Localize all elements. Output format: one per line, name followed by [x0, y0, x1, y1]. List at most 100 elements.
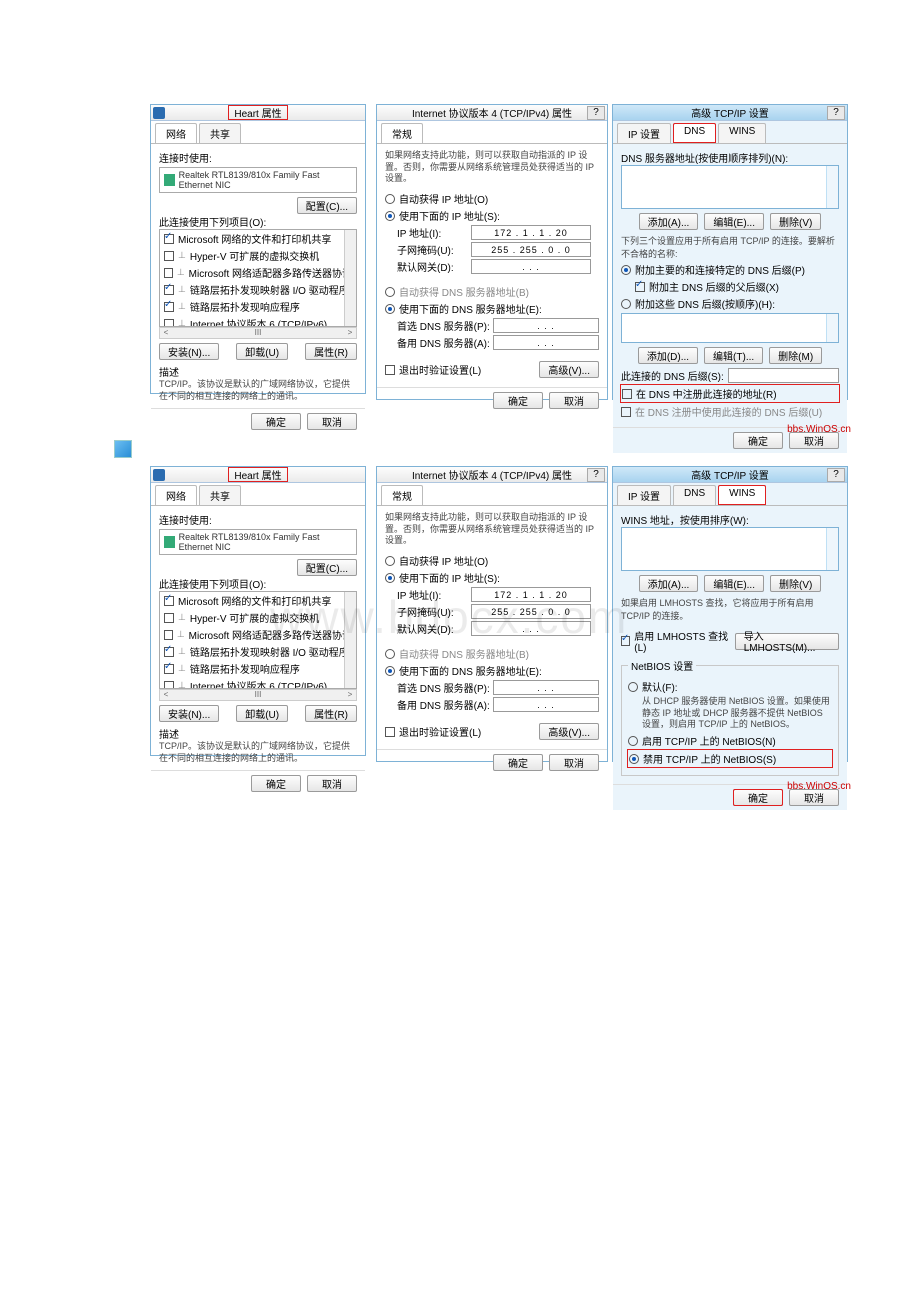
tab-dns[interactable]: DNS — [673, 123, 716, 143]
ok-button[interactable]: 确定 — [733, 432, 783, 449]
tab-network[interactable]: 网络 — [155, 485, 197, 505]
dns2-input[interactable]: . . . — [493, 335, 599, 350]
mask-input[interactable]: 255 . 255 . 0 . 0 — [471, 604, 591, 619]
help-button[interactable]: ? — [827, 468, 845, 482]
configure-button[interactable]: 配置(C)... — [297, 197, 357, 214]
uninstall-button[interactable]: 卸载(U) — [236, 343, 288, 360]
import-lmhosts-button[interactable]: 导入 LMHOSTS(M)... — [735, 633, 839, 650]
advanced-tcpip-dns-window: 高级 TCP/IP 设置 ? IP 设置 DNS WINS DNS 服务器地址(… — [612, 104, 848, 400]
radio-primary-suffix[interactable] — [621, 265, 631, 275]
dns-servers-label: DNS 服务器地址(按使用顺序排列)(N): — [621, 150, 839, 165]
checkbox[interactable] — [164, 268, 173, 278]
checkbox[interactable] — [164, 285, 174, 295]
checkbox[interactable] — [164, 251, 174, 261]
install-button[interactable]: 安装(N)... — [159, 343, 219, 360]
tab-wins[interactable]: WINS — [718, 123, 766, 143]
radio-disable-netbios[interactable] — [629, 754, 639, 764]
gw-input[interactable]: . . . — [471, 621, 591, 636]
ok-button[interactable]: 确定 — [251, 413, 301, 430]
scrollbar[interactable] — [826, 528, 838, 570]
configure-button[interactable]: 配置(C)... — [297, 559, 357, 576]
tab-ip-settings[interactable]: IP 设置 — [617, 485, 671, 505]
scrollbar[interactable] — [826, 166, 838, 208]
suffix-list[interactable] — [621, 313, 839, 343]
items-listbox[interactable]: Microsoft 网络的文件和打印机共享 ⊥Hyper-V 可扩展的虚拟交换机… — [159, 591, 357, 689]
scrollbar[interactable] — [826, 314, 838, 342]
checkbox[interactable] — [164, 596, 174, 606]
dns1-input[interactable]: . . . — [493, 680, 599, 695]
ok-button[interactable]: 确定 — [493, 754, 543, 771]
dns1-input[interactable]: . . . — [493, 318, 599, 333]
tab-share[interactable]: 共享 — [199, 123, 241, 143]
uninstall-button[interactable]: 卸载(U) — [236, 705, 288, 722]
ip-input[interactable]: 172 . 1 . 1 . 20 — [471, 225, 591, 240]
add-button[interactable]: 添加(A)... — [639, 575, 699, 592]
items-listbox[interactable]: Microsoft 网络的文件和打印机共享 ⊥Hyper-V 可扩展的虚拟交换机… — [159, 229, 357, 327]
properties-button[interactable]: 属性(R) — [305, 343, 357, 360]
edit-button[interactable]: 编辑(E)... — [704, 575, 764, 592]
dns-server-list[interactable] — [621, 165, 839, 209]
help-button[interactable]: ? — [587, 468, 605, 482]
checkbox[interactable] — [164, 302, 174, 312]
checkbox[interactable] — [164, 647, 174, 657]
checkbox[interactable] — [164, 664, 174, 674]
ip-input[interactable]: 172 . 1 . 1 . 20 — [471, 587, 591, 602]
radio-use-dns[interactable] — [385, 666, 395, 676]
edit-button-2[interactable]: 编辑(T)... — [704, 347, 763, 364]
checkbox[interactable] — [164, 681, 174, 690]
help-button[interactable]: ? — [827, 106, 845, 120]
cancel-button[interactable]: 取消 — [549, 392, 599, 409]
remove-button[interactable]: 删除(V) — [770, 575, 821, 592]
radio-auto-ip[interactable] — [385, 556, 395, 566]
checkbox[interactable] — [164, 234, 174, 244]
install-button[interactable]: 安装(N)... — [159, 705, 219, 722]
scrollbar[interactable] — [344, 592, 356, 688]
tab-network[interactable]: 网络 — [155, 123, 197, 143]
tab-dns[interactable]: DNS — [673, 485, 716, 505]
cancel-button[interactable]: 取消 — [549, 754, 599, 771]
radio-these-suffix[interactable] — [621, 299, 631, 309]
h-scrollbar[interactable]: <III> — [159, 327, 357, 339]
radio-use-ip[interactable] — [385, 573, 395, 583]
ok-button[interactable]: 确定 — [251, 775, 301, 792]
scrollbar[interactable] — [344, 230, 356, 326]
radio-auto-ip[interactable] — [385, 194, 395, 204]
chk-register-dns[interactable] — [622, 389, 632, 399]
gw-input[interactable]: . . . — [471, 259, 591, 274]
add-button[interactable]: 添加(A)... — [639, 213, 699, 230]
ok-button[interactable]: 确定 — [493, 392, 543, 409]
properties-button[interactable]: 属性(R) — [305, 705, 357, 722]
h-scrollbar[interactable]: <III> — [159, 689, 357, 701]
remove-button[interactable]: 删除(V) — [770, 213, 821, 230]
adapter-name: Realtek RTL8139/810x Family Fast Etherne… — [179, 170, 352, 190]
edit-button[interactable]: 编辑(E)... — [704, 213, 764, 230]
advanced-button[interactable]: 高级(V)... — [539, 361, 599, 378]
help-button[interactable]: ? — [587, 106, 605, 120]
radio-enable-netbios[interactable] — [628, 736, 638, 746]
chk-lmhosts[interactable] — [621, 636, 630, 646]
tab-share[interactable]: 共享 — [199, 485, 241, 505]
checkbox[interactable] — [164, 630, 173, 640]
radio-default[interactable] — [628, 682, 638, 692]
radio-use-dns[interactable] — [385, 304, 395, 314]
advanced-button[interactable]: 高级(V)... — [539, 723, 599, 740]
cancel-button[interactable]: 取消 — [307, 775, 357, 792]
validate-checkbox[interactable] — [385, 727, 395, 737]
radio-use-ip[interactable] — [385, 211, 395, 221]
checkbox[interactable] — [164, 319, 174, 328]
tab-general[interactable]: 常规 — [381, 485, 423, 505]
mask-input[interactable]: 255 . 255 . 0 . 0 — [471, 242, 591, 257]
tab-wins[interactable]: WINS — [718, 485, 766, 505]
cancel-button[interactable]: 取消 — [307, 413, 357, 430]
tab-general[interactable]: 常规 — [381, 123, 423, 143]
validate-checkbox[interactable] — [385, 365, 395, 375]
dns2-input[interactable]: . . . — [493, 697, 599, 712]
conn-suffix-input[interactable] — [728, 368, 839, 383]
ok-button[interactable]: 确定 — [733, 789, 783, 806]
checkbox[interactable] — [164, 613, 174, 623]
tab-ip-settings[interactable]: IP 设置 — [617, 123, 671, 143]
remove-button-2[interactable]: 删除(M) — [769, 347, 822, 364]
wins-list[interactable] — [621, 527, 839, 571]
chk-parent-suffix[interactable] — [635, 282, 645, 292]
add-button-2[interactable]: 添加(D)... — [638, 347, 698, 364]
